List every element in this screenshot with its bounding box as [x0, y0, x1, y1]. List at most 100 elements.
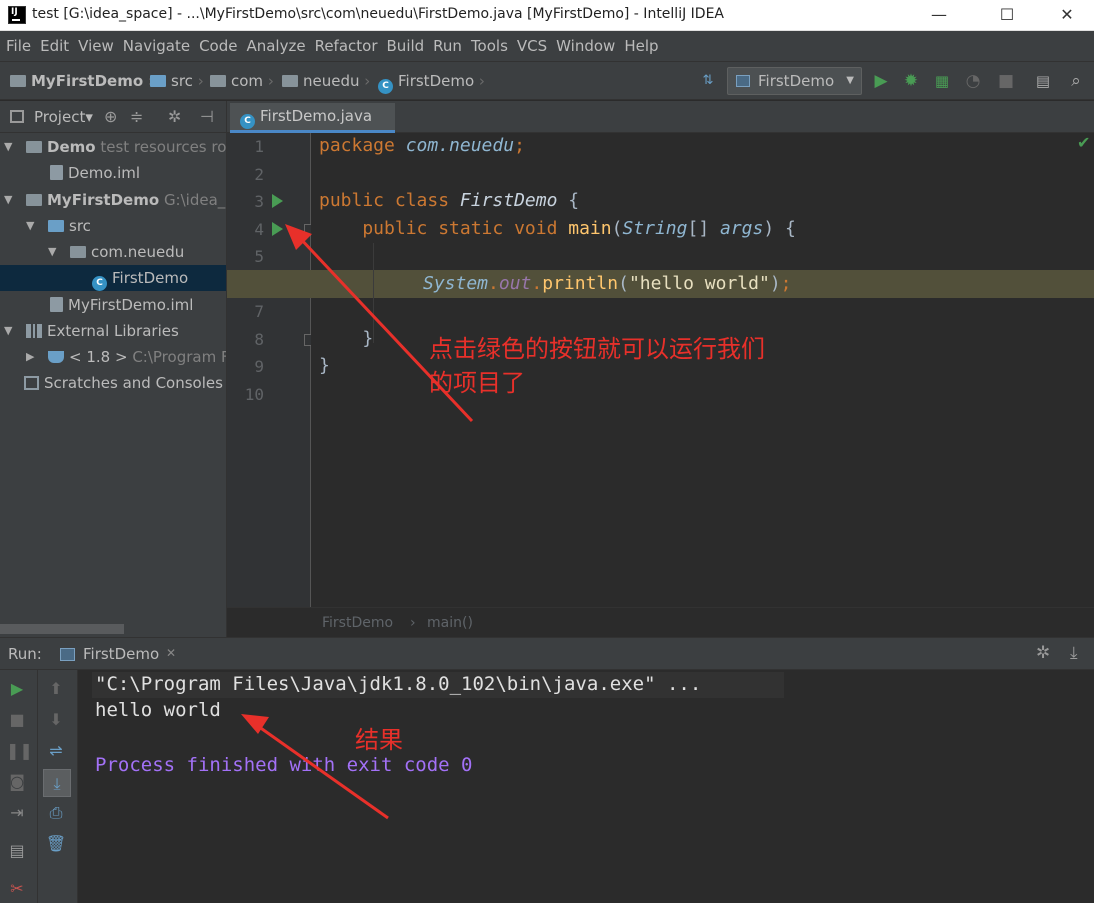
- menu-build[interactable]: Build: [383, 31, 429, 62]
- tree-item-jdk[interactable]: ▶ < 1.8 > C:\Program Fi: [0, 344, 227, 370]
- menu-vcs[interactable]: VCS: [513, 31, 551, 62]
- breadcrumb-neuedu-label: neuedu: [303, 72, 360, 90]
- line-number: 2: [232, 165, 264, 184]
- pause-icon[interactable]: ❚❚: [6, 740, 28, 762]
- console-output[interactable]: "C:\Program Files\Java\jdk1.8.0_102\bin\…: [78, 670, 1094, 903]
- close-button[interactable]: ✕: [1044, 0, 1090, 30]
- breadcrumb-project[interactable]: MyFirstDemo ›: [10, 62, 154, 100]
- package-name: com.neuedu: [406, 135, 514, 156]
- package-folder-icon: [70, 246, 86, 258]
- menu-edit[interactable]: Edit: [36, 31, 73, 62]
- expand-arrow-icon[interactable]: ▼: [26, 213, 34, 239]
- breadcrumb-method[interactable]: main(): [427, 608, 473, 638]
- menu-tools[interactable]: Tools: [467, 31, 512, 62]
- semicolon: ;: [781, 273, 792, 294]
- horizontal-scrollbar[interactable]: [0, 624, 124, 634]
- tab-firstdemo-java[interactable]: CFirstDemo.java: [230, 103, 395, 133]
- package-folder-icon: [210, 75, 226, 87]
- console-exit-line: Process finished with exit code 0: [95, 754, 473, 776]
- minimize-button[interactable]: —: [916, 0, 962, 30]
- tree-item-src[interactable]: ▼ src: [0, 213, 227, 239]
- brace: ) {: [763, 218, 796, 239]
- run-icon[interactable]: ▶: [871, 71, 891, 91]
- exit-icon[interactable]: ⇥: [6, 802, 28, 824]
- maximize-button[interactable]: ☐: [984, 0, 1030, 30]
- menu-navigate[interactable]: Navigate: [119, 31, 194, 62]
- locate-icon[interactable]: ⊕: [104, 107, 117, 126]
- line-number: 1: [232, 137, 264, 156]
- collapse-all-icon[interactable]: ≑: [130, 107, 143, 126]
- project-structure-icon[interactable]: ▤: [1033, 71, 1053, 91]
- line-number: 8: [232, 330, 264, 349]
- line-number: 4: [232, 220, 264, 239]
- run-configuration-label: FirstDemo: [758, 72, 834, 90]
- run-configuration-select[interactable]: FirstDemo▼: [727, 67, 862, 95]
- menu-help[interactable]: Help: [620, 31, 662, 62]
- project-panel-header: Project▾ ⊕ ≑ ✲ ⊣: [0, 101, 227, 133]
- project-view-select[interactable]: Project▾: [34, 101, 93, 133]
- class-ref: System: [423, 273, 488, 294]
- soft-wrap-icon[interactable]: ⇌: [45, 740, 67, 762]
- run-main-gutter-icon[interactable]: [272, 222, 283, 236]
- menu-view[interactable]: View: [74, 31, 118, 62]
- debug-icon[interactable]: ✹: [901, 71, 921, 91]
- dump-threads-icon[interactable]: ◙: [6, 771, 28, 793]
- menu-analyze[interactable]: Analyze: [242, 31, 309, 62]
- code-editor[interactable]: package com.neuedu; public class FirstDe…: [311, 133, 1094, 607]
- breadcrumb-file[interactable]: CFirstDemo ›: [378, 62, 485, 100]
- search-icon[interactable]: ⌕: [1066, 71, 1086, 91]
- expand-arrow-icon[interactable]: ▼: [4, 187, 12, 213]
- tree-item-firstdemo[interactable]: CFirstDemo: [0, 265, 227, 291]
- paren: (: [618, 273, 629, 294]
- menu-file[interactable]: File: [2, 31, 35, 62]
- build-icon[interactable]: ⇅: [698, 71, 718, 91]
- menu-run[interactable]: Run: [429, 31, 466, 62]
- breadcrumb-com[interactable]: com ›: [210, 62, 274, 100]
- trash-icon[interactable]: 🗑: [45, 833, 67, 855]
- run-tab-firstdemo[interactable]: FirstDemo: [83, 638, 159, 671]
- pin-icon[interactable]: ✂: [6, 878, 28, 900]
- tree-item-demo[interactable]: ▼ Demo test resources roo: [0, 134, 227, 160]
- breadcrumb-class[interactable]: FirstDemo: [322, 608, 393, 638]
- scroll-to-end-icon[interactable]: ⤓: [43, 769, 71, 797]
- class-icon: C: [92, 276, 107, 291]
- scroll-up-icon[interactable]: ⬆: [45, 678, 67, 700]
- stop-icon[interactable]: ■: [996, 71, 1016, 91]
- expand-arrow-icon[interactable]: ▶: [26, 344, 34, 370]
- tree-item-myfirstdemo[interactable]: ▼ MyFirstDemo G:\idea_sp: [0, 187, 227, 213]
- expand-arrow-icon[interactable]: ▼: [4, 318, 12, 344]
- stop-icon[interactable]: ■: [6, 709, 28, 731]
- brackets: []: [687, 218, 720, 239]
- tree-item-myfirstdemo-iml[interactable]: MyFirstDemo.iml: [0, 292, 227, 318]
- rerun-icon[interactable]: ▶: [6, 678, 28, 700]
- run-class-gutter-icon[interactable]: [272, 194, 283, 208]
- navigation-bar: MyFirstDemo › src › com › neuedu › CFirs…: [0, 62, 1094, 100]
- tree-item-scratches[interactable]: Scratches and Consoles: [0, 370, 227, 396]
- scroll-down-icon[interactable]: ⬇: [45, 709, 67, 731]
- menu-refactor[interactable]: Refactor: [311, 31, 382, 62]
- breadcrumb-neuedu[interactable]: neuedu ›: [282, 62, 370, 100]
- breadcrumb-project-label: MyFirstDemo: [31, 72, 143, 90]
- print-icon[interactable]: ⎙: [45, 802, 67, 824]
- tree-item-package[interactable]: ▼ com.neuedu: [0, 239, 227, 265]
- breadcrumb-src[interactable]: src ›: [150, 62, 204, 100]
- close-tab-icon[interactable]: ✕: [166, 646, 176, 660]
- project-view-icon: [10, 110, 24, 123]
- expand-arrow-icon[interactable]: ▼: [4, 134, 12, 160]
- menu-code[interactable]: Code: [195, 31, 241, 62]
- run-with-coverage-icon[interactable]: ▦: [932, 71, 952, 91]
- gear-icon[interactable]: ✲: [168, 107, 181, 126]
- string-literal: "hello world": [629, 273, 770, 294]
- menu-window[interactable]: Window: [552, 31, 619, 62]
- profile-icon[interactable]: ◔: [963, 71, 983, 91]
- tree-item-demo-iml[interactable]: Demo.iml: [0, 160, 227, 186]
- hide-panel-icon[interactable]: ⊣: [200, 107, 214, 126]
- expand-arrow-icon[interactable]: ▼: [48, 239, 56, 265]
- breadcrumb-src-label: src: [171, 72, 193, 90]
- layout-icon[interactable]: ▤: [6, 840, 28, 862]
- brace: {: [557, 190, 579, 211]
- tree-item-external-libraries[interactable]: ▼ External Libraries: [0, 318, 227, 344]
- console-stdout-line: hello world: [95, 699, 221, 721]
- hide-panel-icon[interactable]: ⤓: [1070, 643, 1078, 663]
- gear-icon[interactable]: ✲: [1036, 643, 1050, 663]
